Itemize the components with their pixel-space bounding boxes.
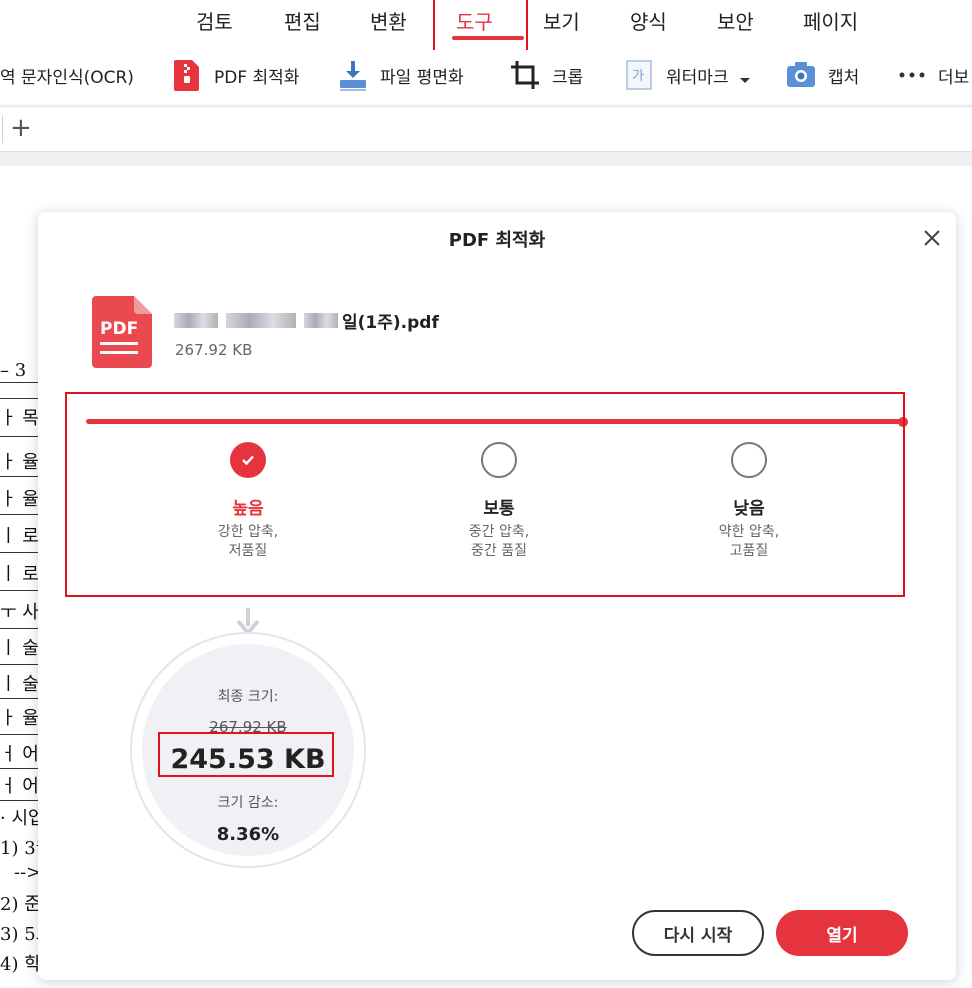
document-rule — [0, 552, 38, 553]
dialog-title: PDF 최적화 — [448, 230, 546, 251]
document-text-line: 4) 학 — [0, 954, 41, 975]
final-size-label: 최종 크기: — [217, 689, 279, 705]
document-rule — [0, 800, 38, 801]
document-rule — [0, 768, 38, 769]
ocr-label: 역 문자인식(OCR) — [0, 67, 134, 88]
restart-button[interactable]: 다시 시작 — [632, 910, 764, 956]
tab-divider — [2, 115, 3, 143]
document-rule — [0, 698, 38, 699]
document-rule — [0, 664, 38, 665]
file-name: 일(1주).pdf — [174, 308, 439, 333]
svg-text:가: 가 — [632, 69, 644, 84]
capture-tool[interactable]: 캡처 — [786, 50, 859, 100]
document-rule — [0, 734, 38, 735]
menu-security[interactable]: 보안 — [717, 6, 754, 35]
document-text-line: – 3 — [0, 360, 27, 381]
document-rule — [0, 628, 38, 629]
redacted-text — [174, 312, 218, 328]
file-size: 267.92 KB — [175, 341, 253, 359]
pdf-file-icon: PDF — [92, 296, 152, 368]
menu-edit[interactable]: 편집 — [284, 6, 321, 35]
file-name-text: 일(1주).pdf — [342, 312, 439, 333]
more-dots-icon — [899, 72, 925, 78]
flatten-label: 파일 평면화 — [380, 67, 464, 88]
crop-tool[interactable]: 크롭 — [510, 50, 583, 100]
close-icon[interactable] — [920, 226, 944, 250]
document-rule — [0, 514, 38, 515]
menu-view[interactable]: 보기 — [543, 6, 580, 35]
capture-label: 캡처 — [828, 67, 860, 88]
menu-pages[interactable]: 페이지 — [803, 6, 858, 35]
zip-file-icon — [174, 60, 199, 91]
tab-strip: + — [0, 106, 972, 152]
optimize-label: PDF 최적화 — [214, 67, 300, 88]
document-text-line: ㅏ 목 — [0, 408, 39, 429]
reduction-label: 크기 감소: — [217, 795, 279, 811]
annotation-box-tools-menu — [433, 0, 528, 54]
open-button[interactable]: 열기 — [776, 910, 908, 956]
document-rule — [0, 476, 38, 477]
flatten-tool[interactable]: 파일 평면화 — [338, 50, 464, 100]
document-rule — [0, 436, 38, 437]
crop-icon — [511, 61, 539, 89]
tab-shadow-band — [0, 152, 972, 166]
camera-icon — [787, 62, 815, 87]
redacted-text — [226, 312, 296, 328]
redacted-text — [304, 312, 338, 328]
more-tool[interactable]: 더보 — [898, 50, 969, 100]
document-rule — [0, 382, 38, 383]
watermark-icon: 가 — [626, 60, 652, 90]
pdf-icon-text: PDF — [100, 319, 138, 339]
document-text-line: ㅓ 어 — [0, 776, 39, 797]
more-label: 더보 — [938, 67, 970, 88]
optimize-tool[interactable]: PDF 최적화 — [172, 50, 299, 100]
ocr-tool[interactable]: 역 문자인식(OCR) — [0, 50, 134, 100]
document-text-line: ㅏ 율 — [0, 708, 39, 729]
crop-label: 크롭 — [552, 67, 584, 88]
flatten-download-icon — [340, 61, 366, 91]
document-text-line: ㅏ 율 — [0, 489, 39, 510]
menu-review[interactable]: 검토 — [196, 6, 233, 35]
document-text-line: ㅣ 로 — [0, 526, 39, 547]
annotation-box-levels — [65, 392, 905, 597]
annotation-box-final-size — [158, 732, 334, 777]
reduction-percent: 8.36% — [216, 824, 280, 845]
menu-forms[interactable]: 양식 — [630, 6, 667, 35]
document-text-line: ㅣ 술 — [0, 638, 39, 659]
chevron-down-icon[interactable] — [737, 72, 753, 88]
document-rule — [0, 590, 38, 591]
menu-convert[interactable]: 변환 — [370, 6, 407, 35]
document-text-line: ㅏ 율 — [0, 452, 39, 473]
document-text-line: ㅣ 로 — [0, 564, 39, 585]
watermark-tool[interactable]: 가 워터마크 — [624, 50, 753, 100]
toolbar: 역 문자인식(OCR) PDF 최적화 파일 평면화 크롭 가 워터마크 캡처 … — [0, 50, 972, 104]
watermark-label: 워터마크 — [666, 67, 729, 88]
document-rule — [0, 398, 38, 399]
document-text-line: ㅜ 사 — [0, 602, 39, 623]
add-tab-button[interactable]: + — [10, 111, 32, 145]
document-text-line: ㅣ 술 — [0, 674, 39, 695]
document-text-line: ㅓ 어 — [0, 744, 39, 765]
